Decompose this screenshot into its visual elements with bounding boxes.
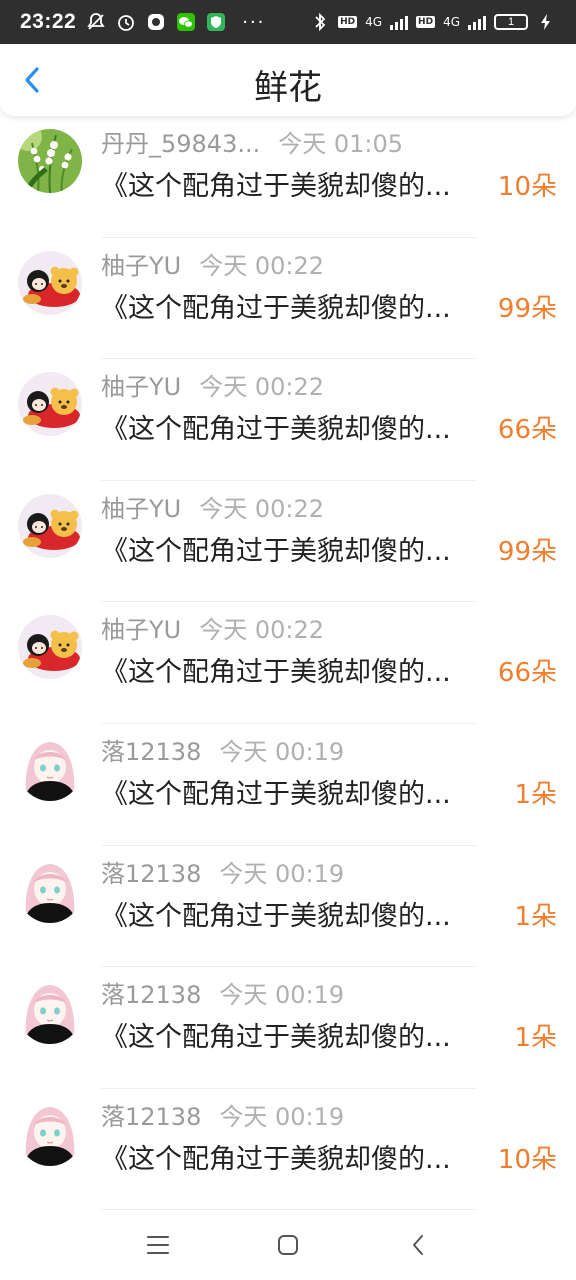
message-text: 《这个配角过于美貌却傻的... (101, 414, 451, 446)
avatar[interactable] (18, 372, 82, 436)
more-notifications-indicator: ··· (242, 11, 266, 33)
user-name[interactable]: 柚子YU (101, 246, 181, 281)
battery-icon: 1 (494, 14, 528, 30)
list-item[interactable]: 柚子YU 今天 00:22 《这个配角过于美貌却傻的... 99朵 (0, 481, 576, 603)
signal-icon-2 (468, 14, 486, 30)
charging-icon (536, 12, 556, 32)
list-item[interactable]: 柚子YU 今天 00:22 《这个配角过于美貌却傻的... 66朵 (0, 602, 576, 724)
user-name[interactable]: 落12138 (101, 975, 201, 1010)
flower-count: 99朵 (497, 293, 557, 324)
system-nav-bar (0, 1210, 576, 1280)
flower-count: 66朵 (497, 415, 557, 446)
flower-count: 10朵 (497, 1144, 557, 1175)
avatar[interactable] (18, 494, 82, 558)
message-text: 《这个配角过于美貌却傻的... (101, 171, 451, 202)
timestamp: 今天 00:19 (219, 981, 345, 1010)
message-text: 《这个配角过于美貌却傻的... (101, 292, 451, 324)
flower-count: 1朵 (514, 901, 557, 932)
timestamp: 今天 00:19 (219, 737, 345, 766)
avatar[interactable] (18, 615, 82, 679)
message-text: 《这个配角过于美貌却傻的... (101, 900, 451, 932)
avatar[interactable] (18, 859, 82, 923)
menu-icon (147, 1236, 169, 1254)
home-button[interactable] (223, 1210, 353, 1280)
timestamp: 今天 00:22 (199, 616, 325, 645)
status-time: 23:22 (20, 10, 77, 33)
timestamp: 今天 00:22 (199, 494, 325, 523)
message-text: 《这个配角过于美貌却傻的... (101, 535, 451, 567)
user-name[interactable]: 柚子YU (101, 367, 181, 402)
list-item[interactable]: 落12138 今天 00:19 《这个配角过于美貌却傻的... 1朵 (0, 967, 576, 1089)
timestamp: 今天 00:22 (199, 373, 325, 402)
list-item[interactable]: 落12138 今天 00:19 《这个配角过于美貌却傻的... 10朵 (0, 1089, 576, 1211)
user-name[interactable]: 落12138 (101, 732, 201, 767)
avatar[interactable] (18, 1102, 82, 1166)
app-notification-icon (146, 12, 166, 32)
bluetooth-icon (310, 12, 330, 32)
avatar[interactable] (18, 980, 82, 1044)
back-chevron-icon (413, 1235, 423, 1255)
message-text: 《这个配角过于美貌却傻的... (101, 1143, 451, 1175)
timestamp: 今天 00:19 (219, 859, 345, 888)
list-item[interactable]: 柚子YU 今天 00:22 《这个配角过于美貌却傻的... 66朵 (0, 359, 576, 481)
status-bar: 23:22 ··· HD 4G HD 4G 1 (0, 0, 576, 44)
flower-gift-list: 丹丹_59843... 今天 01:05 《这个配角过于美貌却傻的... 10朵 … (0, 116, 576, 1211)
alarm-icon (116, 12, 136, 32)
timestamp: 今天 00:19 (219, 1102, 345, 1131)
hd-badge-2: HD (416, 16, 436, 28)
back-nav-button[interactable] (353, 1210, 483, 1280)
user-name[interactable]: 丹丹_59843... (101, 124, 260, 159)
flower-count: 99朵 (497, 536, 557, 567)
network-type: 4G (365, 15, 383, 29)
hd-badge: HD (338, 16, 358, 28)
mute-bell-icon (86, 12, 106, 32)
user-name[interactable]: 落12138 (101, 854, 201, 889)
signal-icon (390, 14, 409, 30)
security-shield-icon (206, 12, 226, 32)
avatar[interactable] (18, 737, 82, 801)
page-title: 鲜花 (254, 68, 322, 108)
timestamp: 今天 00:22 (199, 251, 325, 280)
list-item[interactable]: 落12138 今天 00:19 《这个配角过于美貌却傻的... 1朵 (0, 846, 576, 968)
timestamp: 今天 01:05 (278, 130, 404, 158)
flower-count: 66朵 (497, 658, 557, 689)
flower-count: 10朵 (497, 172, 557, 202)
user-name[interactable]: 落12138 (101, 1097, 201, 1132)
flower-count: 1朵 (514, 1023, 557, 1054)
list-item[interactable]: 丹丹_59843... 今天 01:05 《这个配角过于美貌却傻的... 10朵 (0, 116, 576, 238)
list-item[interactable]: 落12138 今天 00:19 《这个配角过于美貌却傻的... 1朵 (0, 724, 576, 846)
wechat-icon (176, 12, 196, 32)
user-name[interactable]: 柚子YU (101, 489, 181, 524)
avatar[interactable] (18, 129, 82, 193)
battery-level: 1 (507, 16, 515, 28)
message-text: 《这个配角过于美貌却傻的... (101, 778, 451, 810)
message-text: 《这个配角过于美貌却傻的... (101, 1022, 451, 1054)
list-item[interactable]: 柚子YU 今天 00:22 《这个配角过于美貌却傻的... 99朵 (0, 238, 576, 360)
flower-count: 1朵 (514, 779, 557, 810)
user-name[interactable]: 柚子YU (101, 610, 181, 645)
menu-button[interactable] (93, 1210, 223, 1280)
home-square-icon (278, 1235, 298, 1255)
network-type-2: 4G (443, 15, 460, 29)
app-header: 鲜花 (0, 44, 576, 116)
message-text: 《这个配角过于美貌却傻的... (101, 657, 451, 689)
avatar[interactable] (18, 251, 82, 315)
